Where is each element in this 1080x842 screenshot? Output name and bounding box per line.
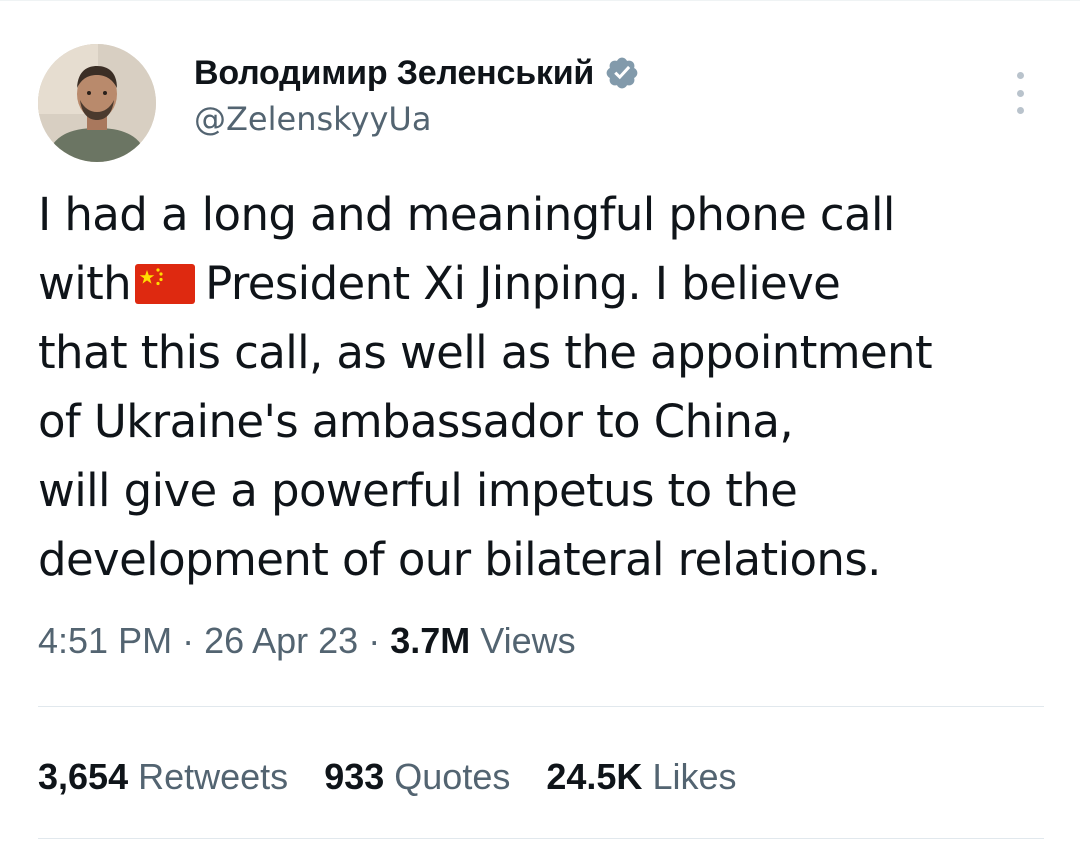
likes-count: 24.5K: [546, 756, 643, 797]
likes-label: Likes: [652, 756, 737, 797]
author-name-row: Володимир Зеленський: [194, 52, 640, 94]
tweet-stats: 3,654 Retweets 933 Quotes 24.5K Likes: [38, 756, 773, 798]
tweet-line-suffix: President Xi Jinping. I believe: [205, 257, 841, 310]
tweet-line: with President Xi Jinping. I believe: [38, 249, 1048, 318]
stats-divider-top: [38, 706, 1044, 707]
quotes-count: 933: [324, 756, 385, 797]
tweet-text: I had a long and meaningful phone call w…: [38, 180, 1048, 594]
meta-separator: ·: [358, 620, 391, 661]
retweets-stat[interactable]: 3,654 Retweets: [38, 756, 288, 797]
tweet-line-prefix: with: [38, 257, 132, 310]
more-options-icon[interactable]: [1008, 72, 1032, 114]
retweets-label: Retweets: [138, 756, 289, 797]
top-divider: [0, 0, 1080, 1]
tweet-line: will give a powerful impetus to the: [38, 464, 798, 517]
tweet-time[interactable]: 4:51 PM: [38, 620, 172, 661]
retweets-count: 3,654: [38, 756, 129, 797]
more-dot: [1016, 72, 1024, 79]
quotes-stat[interactable]: 933 Quotes: [324, 756, 510, 797]
author-avatar[interactable]: [38, 44, 156, 162]
author-name[interactable]: Володимир Зеленський: [194, 54, 594, 93]
likes-stat[interactable]: 24.5K Likes: [546, 756, 736, 797]
avatar-photo: [38, 44, 156, 162]
meta-separator: ·: [172, 620, 205, 661]
author-block: Володимир Зеленський @ZelenskyyUa: [194, 52, 640, 138]
tweet-line: development of our bilateral relations.: [38, 533, 881, 586]
more-dot: [1016, 89, 1024, 97]
quotes-label: Quotes: [394, 756, 511, 797]
views-label[interactable]: Views: [480, 620, 575, 661]
views-count[interactable]: 3.7M: [390, 620, 470, 661]
author-handle[interactable]: @ZelenskyyUa: [194, 100, 640, 138]
tweet-line: I had a long and meaningful phone call: [38, 188, 895, 241]
tweet-date[interactable]: 26 Apr 23: [204, 620, 358, 661]
tweet-line: that this call, as well as the appointme…: [38, 326, 933, 379]
china-flag-icon: [135, 256, 196, 304]
tweet-meta: 4:51 PM · 26 Apr 23 · 3.7M Views: [38, 620, 576, 662]
verified-badge-icon: [604, 55, 640, 91]
stats-divider-bottom: [38, 838, 1044, 839]
tweet-line: of Ukraine's ambassador to China,: [38, 395, 794, 448]
more-dot: [1016, 107, 1024, 114]
